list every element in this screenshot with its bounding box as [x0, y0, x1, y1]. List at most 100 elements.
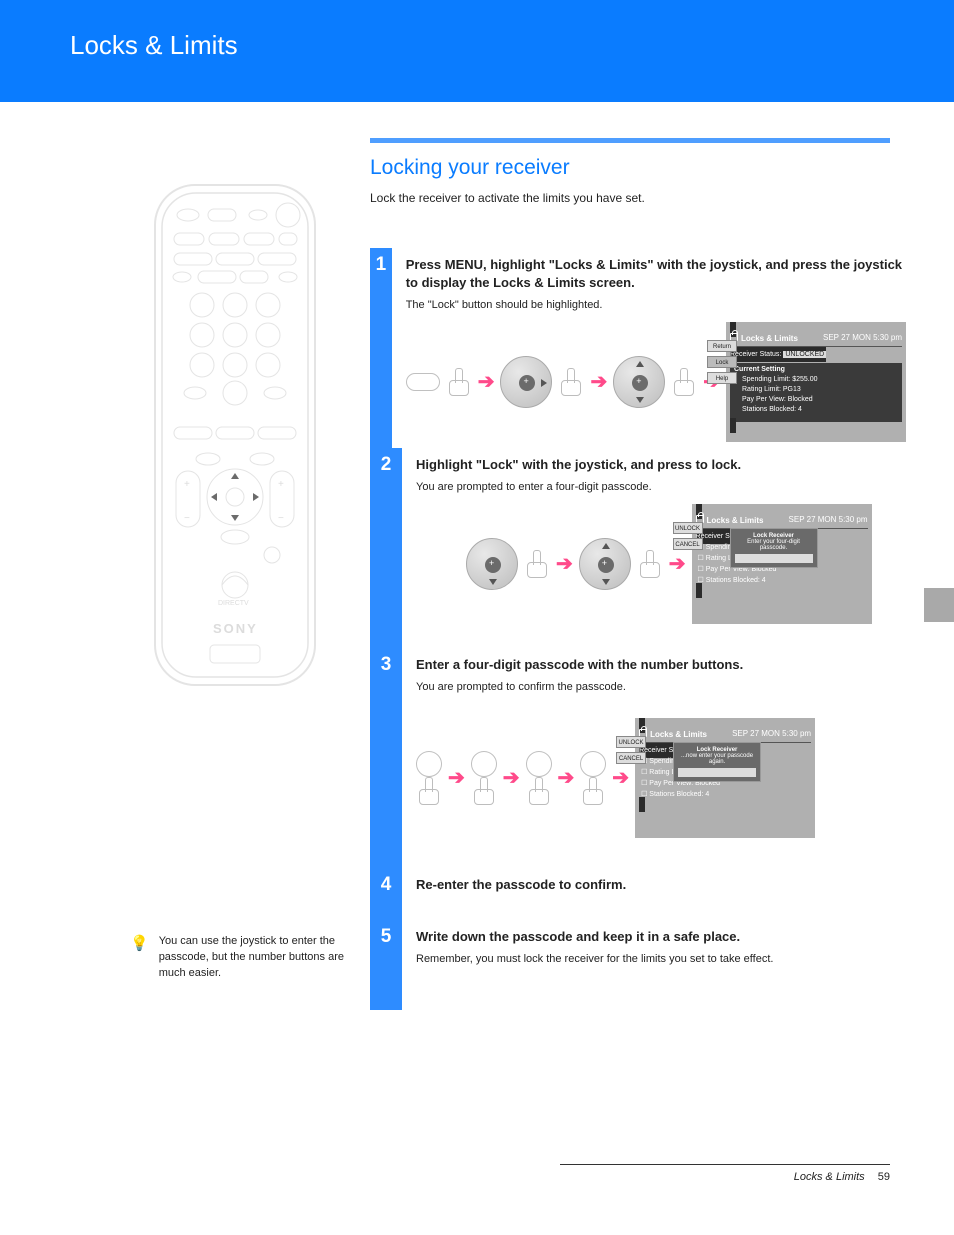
popup-title: Lock Receiver	[753, 533, 794, 539]
hand-icon	[637, 550, 663, 578]
current-setting-label: Current Setting	[734, 366, 898, 373]
steps-container: 1 Press MENU, highlight "Locks & Limits"…	[370, 248, 920, 1010]
shot-time: SEP 27 MON 5:30 pm	[732, 729, 811, 739]
step-note: Remember, you must lock the receiver for…	[416, 952, 906, 967]
svg-text:+: +	[232, 493, 237, 503]
hand-icon	[524, 550, 550, 578]
hand-icon	[671, 368, 697, 396]
tip-text: You can use the joystick to enter the pa…	[159, 934, 360, 982]
step-sub: You are prompted to enter a four-digit p…	[416, 480, 906, 495]
number-button-icon	[416, 751, 442, 777]
chapter-banner: Locks & Limits	[0, 0, 954, 102]
arrow-icon: ➔	[478, 369, 495, 394]
svg-text:+: +	[184, 479, 190, 490]
number-button-icon	[526, 751, 552, 777]
section-subtitle: Locking your receiver	[370, 156, 570, 180]
screenshot-locks-limits: Locks & Limits SEP 27 MON 5:30 pm Receive…	[726, 322, 906, 442]
step-3: 3 Enter a four-digit passcode with the n…	[370, 648, 920, 868]
arrow-icon: ➔	[612, 765, 629, 790]
step-title: Press MENU, highlight "Locks & Limits" w…	[406, 256, 906, 292]
step-flow: ➔ ➔ Locks & LimitsSEP 27 MON 5:30 pm Rec…	[466, 504, 906, 624]
step-4: 4 Re-enter the passcode to confirm.	[370, 868, 920, 920]
svg-text:DIRECTV: DIRECTV	[218, 600, 249, 607]
passcode-popup: Lock Receiver Enter your four-digit pass…	[730, 528, 818, 568]
step-number: 5	[370, 920, 402, 1010]
joystick-right-icon	[500, 356, 552, 408]
popup-prompt: Enter your four-digit passcode.	[735, 539, 813, 551]
number-button-icon	[580, 751, 606, 777]
step-title: Highlight "Lock" with the joystick, and …	[416, 456, 906, 474]
shot-lock-button: Lock	[707, 356, 737, 368]
step-title: Write down the passcode and keep it in a…	[416, 928, 906, 946]
popup-prompt: ...now enter your passcode again.	[678, 753, 756, 765]
svg-text:−: −	[184, 513, 190, 524]
shot-unlock-button: UNLOCK	[616, 736, 646, 748]
step-flow: ➔ ➔ ➔ ➔ Locks & Limits SEP 27 MON 5:30 pm…	[416, 718, 906, 838]
screenshot-passcode-prompt: Locks & LimitsSEP 27 MON 5:30 pm Receive…	[692, 504, 872, 624]
shot-help-button: Help	[707, 372, 737, 384]
step-title: Re-enter the passcode to confirm.	[416, 876, 906, 894]
step-sub: The "Lock" button should be highlighted.	[406, 298, 906, 313]
popup-title: Lock Receiver	[697, 747, 738, 753]
arrow-icon: ➔	[669, 551, 686, 576]
banner-title: Locks & Limits	[70, 30, 238, 61]
hand-icon	[558, 368, 584, 396]
intro-text: Lock the receiver to activate the limits…	[370, 190, 900, 207]
shot-time: SEP 27 MON 5:30 pm	[789, 515, 868, 525]
arrow-icon: ➔	[558, 765, 575, 790]
setting-row: Rating Limit: PG13	[742, 386, 898, 393]
shot-return-button: Return	[707, 340, 737, 352]
page-edge-tab	[924, 588, 954, 622]
remote-illustration: + − + − + DIRECTV SONY	[140, 175, 330, 695]
hand-icon	[446, 368, 472, 396]
hand-icon	[526, 777, 552, 805]
setting-row: Stations Blocked: 4	[649, 791, 709, 798]
tip: 💡 You can use the joystick to enter the …	[130, 934, 360, 982]
step-sub: You are prompted to confirm the passcode…	[416, 680, 906, 695]
shot-unlock-button: UNLOCK	[673, 522, 703, 534]
accent-bar	[370, 138, 890, 143]
step-title: Enter a four-digit passcode with the num…	[416, 656, 906, 674]
receiver-status-row: Receiver Status: UNLOCKED	[730, 351, 826, 358]
page-number: 59	[878, 1171, 890, 1183]
svg-text:−: −	[278, 513, 284, 524]
joystick-down-icon	[466, 538, 518, 590]
step-1: 1 Press MENU, highlight "Locks & Limits"…	[370, 248, 920, 448]
shot-cancel-button: CANCEL	[616, 752, 646, 764]
arrow-icon: ➔	[556, 551, 573, 576]
passcode-field	[735, 554, 813, 563]
step-flow: ➔ ➔ ➔ Locks & LimitsSEP 27 MON 5:30 pm R…	[406, 322, 906, 442]
joystick-press-icon	[579, 538, 631, 590]
step-2: 2 Highlight "Lock" with the joystick, an…	[370, 448, 920, 648]
arrow-icon: ➔	[503, 765, 520, 790]
hand-icon	[580, 777, 606, 805]
shot-header: Locks & Limits	[650, 730, 707, 739]
passcode-field	[678, 768, 756, 777]
hand-icon	[471, 777, 497, 805]
arrow-icon: ➔	[448, 765, 465, 790]
page-footer: Locks & Limits 59	[560, 1164, 890, 1183]
shot-time: SEP 27 MON 5:30 pm	[823, 333, 902, 343]
step-number: 3	[370, 648, 402, 868]
menu-button-icon	[406, 373, 440, 391]
setting-row: Pay Per View: Blocked	[742, 396, 898, 403]
setting-row: Stations Blocked: 4	[706, 577, 766, 584]
step-5: 5 Write down the passcode and keep it in…	[370, 920, 920, 1010]
remote-brand-label: SONY	[213, 621, 258, 636]
shot-header: Locks & Limits	[707, 516, 764, 525]
arrow-icon: ➔	[590, 369, 607, 394]
hand-icon	[416, 777, 442, 805]
lightbulb-icon: 💡	[130, 934, 149, 982]
svg-text:+: +	[278, 479, 284, 490]
step-number: 4	[370, 868, 402, 920]
step-number: 1	[370, 248, 392, 448]
shot-cancel-button: CANCEL	[673, 538, 703, 550]
passcode-popup: Lock Receiver ...now enter your passcode…	[673, 742, 761, 782]
setting-row: Spending Limit: $255.00	[742, 376, 898, 383]
footer-title: Locks & Limits	[794, 1171, 865, 1183]
number-button-icon	[471, 751, 497, 777]
joystick-press-icon	[613, 356, 665, 408]
shot-header: Locks & Limits	[741, 334, 798, 343]
screenshot-passcode-confirm: Locks & LimitsSEP 27 MON 5:30 pm Receive…	[635, 718, 815, 838]
setting-row: Stations Blocked: 4	[742, 406, 898, 413]
